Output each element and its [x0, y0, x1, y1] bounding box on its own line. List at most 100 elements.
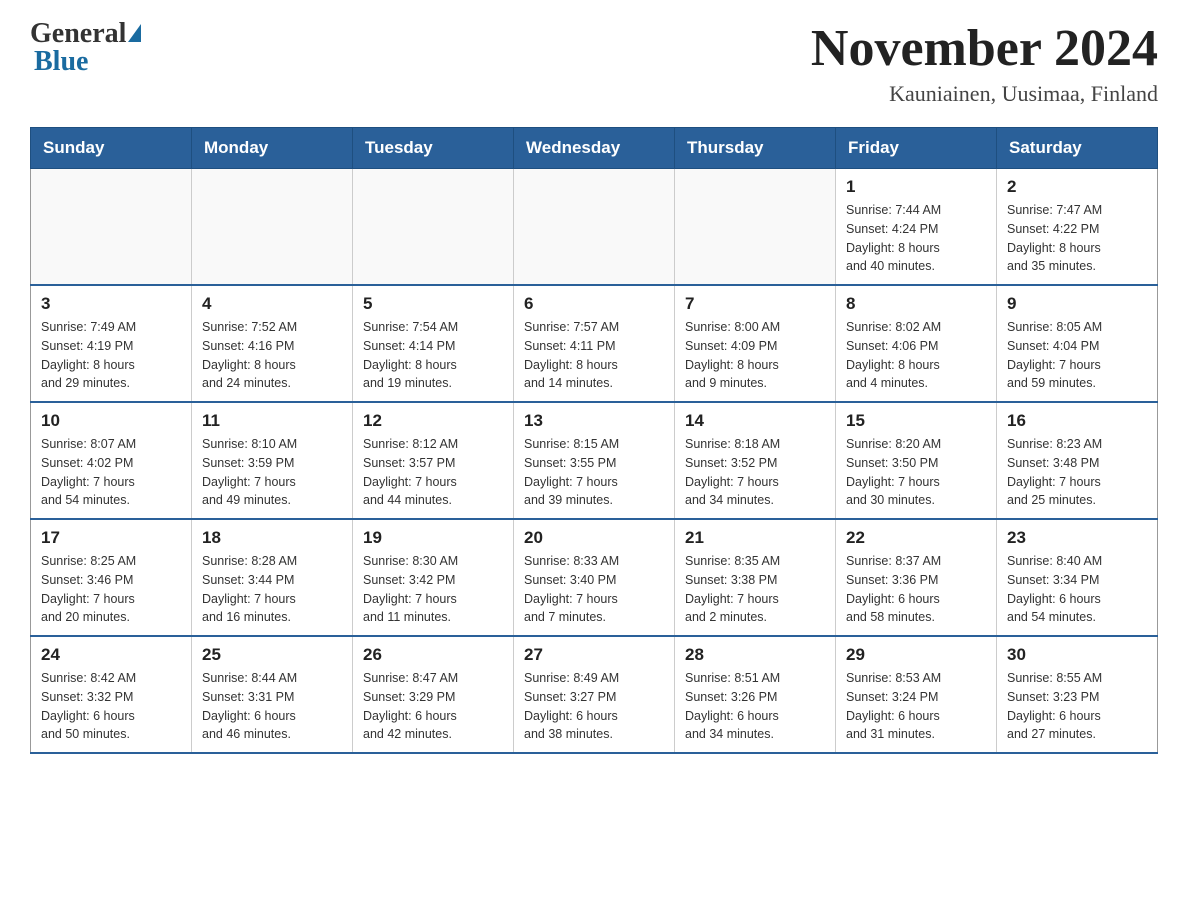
calendar-week-4: 17 Sunrise: 8:25 AM Sunset: 3:46 PM Dayli… [31, 519, 1158, 636]
day-info: Sunrise: 8:55 AM Sunset: 3:23 PM Dayligh… [1007, 669, 1147, 744]
calendar-table: SundayMondayTuesdayWednesdayThursdayFrid… [30, 127, 1158, 754]
calendar-cell: 10 Sunrise: 8:07 AM Sunset: 4:02 PM Dayli… [31, 402, 192, 519]
calendar-cell [31, 169, 192, 286]
day-number: 6 [524, 294, 664, 314]
day-info: Sunrise: 8:49 AM Sunset: 3:27 PM Dayligh… [524, 669, 664, 744]
calendar-cell: 15 Sunrise: 8:20 AM Sunset: 3:50 PM Dayli… [836, 402, 997, 519]
calendar-cell: 18 Sunrise: 8:28 AM Sunset: 3:44 PM Dayli… [192, 519, 353, 636]
day-number: 13 [524, 411, 664, 431]
weekday-header-tuesday: Tuesday [353, 128, 514, 169]
day-info: Sunrise: 8:37 AM Sunset: 3:36 PM Dayligh… [846, 552, 986, 627]
calendar-cell: 21Sunrise: 8:35 AM Sunset: 3:38 PM Dayli… [675, 519, 836, 636]
calendar-week-2: 3 Sunrise: 7:49 AM Sunset: 4:19 PM Daylig… [31, 285, 1158, 402]
day-number: 10 [41, 411, 181, 431]
day-number: 18 [202, 528, 342, 548]
day-info: Sunrise: 8:44 AM Sunset: 3:31 PM Dayligh… [202, 669, 342, 744]
weekday-header-thursday: Thursday [675, 128, 836, 169]
calendar-cell: 8 Sunrise: 8:02 AM Sunset: 4:06 PM Daylig… [836, 285, 997, 402]
calendar-cell: 5 Sunrise: 7:54 AM Sunset: 4:14 PM Daylig… [353, 285, 514, 402]
weekday-header-friday: Friday [836, 128, 997, 169]
day-number: 25 [202, 645, 342, 665]
day-info: Sunrise: 8:00 AM Sunset: 4:09 PM Dayligh… [685, 318, 825, 393]
calendar-header-row: SundayMondayTuesdayWednesdayThursdayFrid… [31, 128, 1158, 169]
day-number: 5 [363, 294, 503, 314]
logo-blue: Blue [34, 46, 88, 77]
day-number: 14 [685, 411, 825, 431]
calendar-cell: 6 Sunrise: 7:57 AM Sunset: 4:11 PM Daylig… [514, 285, 675, 402]
page-title: November 2024 [811, 20, 1158, 77]
calendar-cell [675, 169, 836, 286]
day-number: 21 [685, 528, 825, 548]
day-info: Sunrise: 7:57 AM Sunset: 4:11 PM Dayligh… [524, 318, 664, 393]
day-info: Sunrise: 8:53 AM Sunset: 3:24 PM Dayligh… [846, 669, 986, 744]
weekday-header-wednesday: Wednesday [514, 128, 675, 169]
calendar-cell [353, 169, 514, 286]
day-info: Sunrise: 7:47 AM Sunset: 4:22 PM Dayligh… [1007, 201, 1147, 276]
logo: General Blue [30, 20, 141, 76]
day-info: Sunrise: 7:54 AM Sunset: 4:14 PM Dayligh… [363, 318, 503, 393]
calendar-cell: 14 Sunrise: 8:18 AM Sunset: 3:52 PM Dayli… [675, 402, 836, 519]
day-number: 7 [685, 294, 825, 314]
day-info: Sunrise: 8:20 AM Sunset: 3:50 PM Dayligh… [846, 435, 986, 510]
day-number: 1 [846, 177, 986, 197]
calendar-week-3: 10 Sunrise: 8:07 AM Sunset: 4:02 PM Dayli… [31, 402, 1158, 519]
calendar-cell: 9 Sunrise: 8:05 AM Sunset: 4:04 PM Daylig… [997, 285, 1158, 402]
calendar-cell: 22 Sunrise: 8:37 AM Sunset: 3:36 PM Dayli… [836, 519, 997, 636]
day-number: 20 [524, 528, 664, 548]
day-number: 29 [846, 645, 986, 665]
calendar-week-1: 1Sunrise: 7:44 AM Sunset: 4:24 PM Daylig… [31, 169, 1158, 286]
day-number: 3 [41, 294, 181, 314]
day-number: 17 [41, 528, 181, 548]
logo-general: General [30, 18, 126, 49]
day-info: Sunrise: 8:51 AM Sunset: 3:26 PM Dayligh… [685, 669, 825, 744]
day-number: 9 [1007, 294, 1147, 314]
day-info: Sunrise: 8:05 AM Sunset: 4:04 PM Dayligh… [1007, 318, 1147, 393]
day-number: 11 [202, 411, 342, 431]
day-info: Sunrise: 8:10 AM Sunset: 3:59 PM Dayligh… [202, 435, 342, 510]
day-info: Sunrise: 8:18 AM Sunset: 3:52 PM Dayligh… [685, 435, 825, 510]
calendar-cell: 4 Sunrise: 7:52 AM Sunset: 4:16 PM Daylig… [192, 285, 353, 402]
day-info: Sunrise: 7:49 AM Sunset: 4:19 PM Dayligh… [41, 318, 181, 393]
calendar-cell: 2 Sunrise: 7:47 AM Sunset: 4:22 PM Daylig… [997, 169, 1158, 286]
day-number: 23 [1007, 528, 1147, 548]
day-number: 15 [846, 411, 986, 431]
calendar-cell: 11 Sunrise: 8:10 AM Sunset: 3:59 PM Dayli… [192, 402, 353, 519]
day-info: Sunrise: 7:52 AM Sunset: 4:16 PM Dayligh… [202, 318, 342, 393]
day-number: 4 [202, 294, 342, 314]
day-number: 22 [846, 528, 986, 548]
calendar-cell: 17 Sunrise: 8:25 AM Sunset: 3:46 PM Dayli… [31, 519, 192, 636]
day-info: Sunrise: 8:23 AM Sunset: 3:48 PM Dayligh… [1007, 435, 1147, 510]
day-number: 19 [363, 528, 503, 548]
weekday-header-monday: Monday [192, 128, 353, 169]
day-info: Sunrise: 8:40 AM Sunset: 3:34 PM Dayligh… [1007, 552, 1147, 627]
calendar-cell [192, 169, 353, 286]
day-info: Sunrise: 8:42 AM Sunset: 3:32 PM Dayligh… [41, 669, 181, 744]
calendar-cell: 26 Sunrise: 8:47 AM Sunset: 3:29 PM Dayli… [353, 636, 514, 753]
calendar-cell: 12Sunrise: 8:12 AM Sunset: 3:57 PM Dayli… [353, 402, 514, 519]
calendar-cell: 13 Sunrise: 8:15 AM Sunset: 3:55 PM Dayli… [514, 402, 675, 519]
calendar-cell: 29 Sunrise: 8:53 AM Sunset: 3:24 PM Dayli… [836, 636, 997, 753]
calendar-cell: 27 Sunrise: 8:49 AM Sunset: 3:27 PM Dayli… [514, 636, 675, 753]
day-number: 16 [1007, 411, 1147, 431]
day-number: 8 [846, 294, 986, 314]
day-info: Sunrise: 8:30 AM Sunset: 3:42 PM Dayligh… [363, 552, 503, 627]
calendar-cell: 19 Sunrise: 8:30 AM Sunset: 3:42 PM Dayli… [353, 519, 514, 636]
calendar-cell [514, 169, 675, 286]
day-number: 26 [363, 645, 503, 665]
day-number: 28 [685, 645, 825, 665]
day-info: Sunrise: 8:15 AM Sunset: 3:55 PM Dayligh… [524, 435, 664, 510]
day-number: 24 [41, 645, 181, 665]
calendar-week-5: 24 Sunrise: 8:42 AM Sunset: 3:32 PM Dayli… [31, 636, 1158, 753]
calendar-cell: 24 Sunrise: 8:42 AM Sunset: 3:32 PM Dayli… [31, 636, 192, 753]
day-info: Sunrise: 8:07 AM Sunset: 4:02 PM Dayligh… [41, 435, 181, 510]
day-info: Sunrise: 8:33 AM Sunset: 3:40 PM Dayligh… [524, 552, 664, 627]
day-number: 30 [1007, 645, 1147, 665]
page-header: General Blue November 2024 Kauniainen, U… [30, 20, 1158, 107]
day-info: Sunrise: 8:25 AM Sunset: 3:46 PM Dayligh… [41, 552, 181, 627]
day-number: 2 [1007, 177, 1147, 197]
day-info: Sunrise: 8:02 AM Sunset: 4:06 PM Dayligh… [846, 318, 986, 393]
day-info: Sunrise: 8:28 AM Sunset: 3:44 PM Dayligh… [202, 552, 342, 627]
page-subtitle: Kauniainen, Uusimaa, Finland [811, 81, 1158, 107]
day-info: Sunrise: 8:47 AM Sunset: 3:29 PM Dayligh… [363, 669, 503, 744]
day-number: 27 [524, 645, 664, 665]
